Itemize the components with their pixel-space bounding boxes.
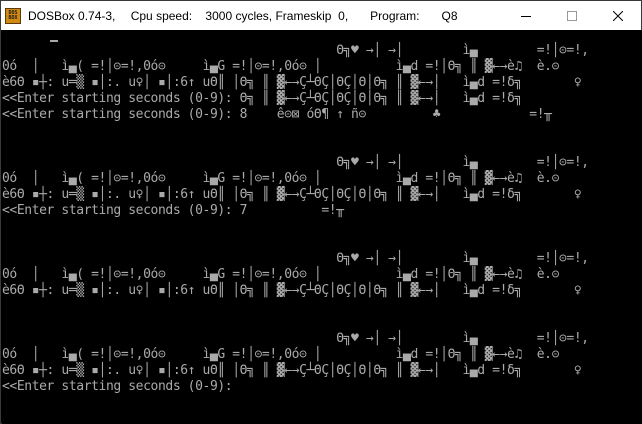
terminal-output: Θ╗♥ →│ →│ ì▄ =!│⊝=!, 0ó │ ì▄( =!│⊝=!,0ó⊝ … — [2, 43, 589, 395]
minimize-button[interactable] — [503, 1, 549, 30]
window-title-program-label: Program: — [370, 8, 420, 23]
window-controls — [503, 1, 641, 30]
window-title-separator: , — [112, 8, 119, 23]
terminal-line: <<Enter starting seconds (0-9): — [2, 379, 233, 394]
terminal-line: è6Θ ▪┼: u═▒ ▪│:. u♀│ ▪│:6↑ uΘ║ │Θ╗ ║ ▓←→… — [2, 75, 582, 90]
dosbox-app-icon[interactable]: DOS BOX — [5, 7, 21, 24]
terminal-line: è6Θ ▪┼: u═▒ ▪│:. u♀│ ▪│:6↑ uΘ║ │Θ╗ ║ ▓←→… — [2, 363, 582, 378]
window-title-app: DOSBox 0.74-3 — [28, 8, 113, 23]
title-bar[interactable]: DOS BOX DOSBox 0.74-3, Cpu speed: 3000 c… — [1, 1, 641, 30]
terminal-line: <<Enter starting seconds (0-9): 8 ê⊝⊠ óΘ… — [2, 107, 552, 122]
terminal-line: 0ó │ ì▄( =!│⊝=!,0ó⊝ ì▄G =!│⊝=!,0ó⊝ │ ì▄d… — [2, 171, 559, 186]
terminal-line: Θ╗♥ →│ →│ ì▄ =!│⊝=!, — [2, 251, 589, 266]
terminal-line: è6Θ ▪┼: u═▒ ▪│:. u♀│ ▪│:6↑ uΘ║ │Θ╗ ║ ▓←→… — [2, 283, 582, 298]
terminal-line: Θ╗♥ →│ →│ ì▄ =!│⊝=!, — [2, 331, 589, 346]
close-button[interactable] — [595, 1, 641, 30]
minimize-icon — [521, 15, 531, 17]
terminal-line: 0ó │ ì▄( =!│⊝=!,0ó⊝ ì▄G =!│⊝=!,0ó⊝ │ ì▄d… — [2, 347, 559, 362]
terminal-line: è6Θ ▪┼: u═▒ ▪│:. u♀│ ▪│:6↑ uΘ║ │Θ╗ ║ ▓←→… — [2, 187, 582, 202]
terminal-line: 0ó │ ì▄( =!│⊝=!,0ó⊝ ì▄G =!│⊝=!,0ó⊝ │ ì▄d… — [2, 267, 559, 282]
app-icon-text-bottom: BOX — [8, 14, 18, 21]
window-title-program-name: Q8 — [441, 8, 458, 23]
terminal-line: Θ╗♥ →│ →│ ì▄ =!│⊝=!, — [2, 155, 589, 170]
terminal-line: <<Enter starting seconds (0-9): Θ╗ ║ ▓←→… — [2, 91, 522, 106]
maximize-button[interactable] — [549, 1, 595, 30]
terminal-line: Θ╗♥ →│ →│ ì▄ =!│⊝=!, — [2, 43, 589, 58]
terminal-line: 0ó │ ì▄( =!│⊝=!,0ó⊝ ì▄G =!│⊝=!,0ó⊝ │ ì▄d… — [2, 59, 559, 74]
window-title-stats: Cpu speed: 3000 cycles, Frameskip 0, — [130, 8, 349, 23]
maximize-icon — [567, 10, 577, 21]
terminal-line: <<Enter starting seconds (0-9): 7 =!╥ — [2, 203, 344, 218]
dos-screen[interactable]: Θ╗♥ →│ →│ ì▄ =!│⊝=!, 0ó │ ì▄( =!│⊝=!,0ó⊝ … — [2, 30, 642, 424]
close-icon — [613, 10, 623, 21]
text-cursor — [50, 40, 58, 42]
dosbox-window: DOS BOX DOSBox 0.74-3, Cpu speed: 3000 c… — [0, 0, 642, 424]
